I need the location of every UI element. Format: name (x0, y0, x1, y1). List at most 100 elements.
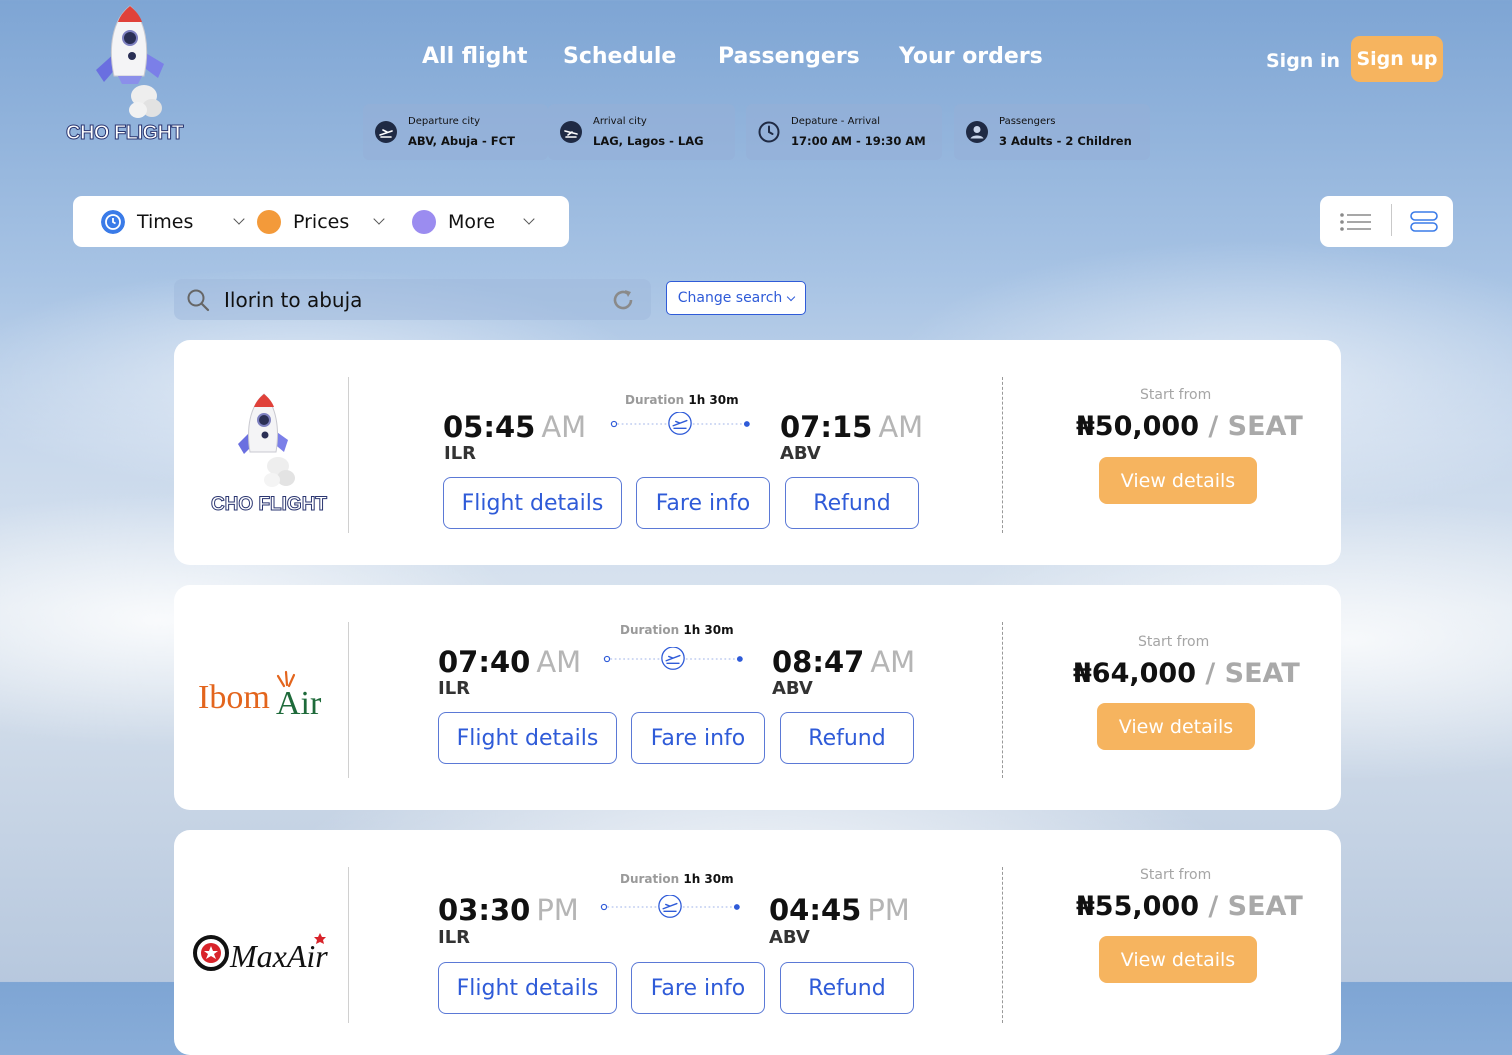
svg-text:Ibom: Ibom (198, 679, 270, 716)
brand-name: CHO FLIGHT (65, 122, 184, 145)
filter-prices[interactable]: Prices (257, 196, 385, 247)
chevron-down-icon (233, 213, 246, 225)
flight-card: MaxAir Duration 1h 30m 03:30 PM ILR 04:45… (174, 830, 1341, 1055)
price: ₦50,000 / SEAT (1076, 411, 1303, 442)
arrival-city-label: Arrival city (593, 116, 647, 127)
arrival-plane-icon (560, 121, 582, 143)
refund-button[interactable]: Refund (780, 962, 914, 1014)
more-dot-icon (412, 209, 436, 234)
view-toggle (1320, 196, 1453, 247)
price: ₦64,000 / SEAT (1073, 658, 1300, 689)
card-view-icon[interactable] (1410, 211, 1438, 233)
time-range-field[interactable]: Depature - Arrival 17:00 AM - 19:30 AM (746, 104, 942, 160)
filter-more-label: More (448, 210, 496, 233)
clock-icon (758, 121, 780, 143)
passengers-field[interactable]: Passengers 3 Adults - 2 Children (954, 104, 1150, 160)
arrival-time-value: 08:47 (772, 645, 865, 679)
duration-label: Duration (625, 393, 685, 407)
arrival-ampm: AM (878, 410, 924, 444)
departure-ampm: AM (541, 410, 587, 444)
nav-your-orders[interactable]: Your orders (899, 44, 1043, 69)
filter-more[interactable]: More (412, 196, 535, 247)
toggle-divider (1391, 204, 1392, 236)
price-value: ₦55,000 (1076, 891, 1199, 922)
svg-text:CHO FLIGHT: CHO FLIGHT (211, 494, 327, 515)
chevron-down-icon (787, 292, 796, 301)
view-details-button[interactable]: View details (1097, 703, 1255, 750)
nav-passengers[interactable]: Passengers (718, 44, 860, 69)
departure-city-label: Departure city (408, 116, 481, 127)
rocket-icon (96, 5, 164, 118)
departure-city-field[interactable]: Departure city ABV, Abuja - FCT (363, 104, 548, 160)
filter-prices-label: Prices (293, 210, 350, 233)
arrival-time: 04:45 PM (769, 893, 910, 927)
brand-logo[interactable]: CHO FLIGHT (62, 4, 202, 150)
route-line (600, 895, 740, 918)
arrival-city-field[interactable]: Arrival city LAG, Lagos - LAG (548, 104, 735, 160)
start-from-label: Start from (1140, 867, 1212, 883)
filter-times[interactable]: Times (101, 196, 246, 247)
start-from-label: Start from (1138, 634, 1210, 650)
departure-time-value: 05:45 (443, 410, 536, 444)
clock-icon (101, 209, 125, 234)
arrival-code: ABV (769, 927, 810, 948)
departure-city-value: ABV, Abuja - FCT (408, 134, 515, 148)
departure-time: 05:45 AM (443, 410, 586, 444)
nav-schedule[interactable]: Schedule (563, 44, 676, 69)
price: ₦55,000 / SEAT (1076, 891, 1303, 922)
fare-info-button[interactable]: Fare info (631, 962, 765, 1014)
departure-time-value: 03:30 (438, 893, 531, 927)
arrival-time: 08:47 AM (772, 645, 915, 679)
departure-plane-icon (375, 121, 397, 143)
duration: Duration 1h 30m (625, 393, 739, 407)
filter-times-label: Times (137, 210, 194, 233)
fare-info-button[interactable]: Fare info (636, 477, 770, 529)
refresh-icon[interactable] (611, 288, 635, 312)
flight-card: Ibom Air Duration 1h 30m 07:40 AM ILR 08:… (174, 585, 1341, 810)
nav-all-flight[interactable]: All flight (422, 44, 528, 69)
arrival-time: 07:15 AM (780, 410, 923, 444)
departure-ampm: PM (536, 893, 579, 927)
view-details-button[interactable]: View details (1099, 936, 1257, 983)
passengers-label: Passengers (999, 116, 1056, 127)
departure-code: ILR (444, 443, 477, 464)
user-icon (966, 121, 988, 143)
list-view-icon[interactable] (1340, 212, 1372, 232)
refund-button[interactable]: Refund (780, 712, 914, 764)
duration-label: Duration (620, 623, 680, 637)
flight-details-button[interactable]: Flight details (438, 962, 617, 1014)
sign-up-button[interactable]: Sign up (1351, 36, 1443, 82)
search-icon (187, 289, 210, 312)
dashed-divider (1002, 377, 1003, 533)
svg-text:MaxAir: MaxAir (229, 938, 328, 974)
airline-logo: CHO FLIGHT (204, 392, 334, 522)
flight-details-button[interactable]: Flight details (438, 712, 617, 764)
svg-text:Air: Air (276, 685, 322, 722)
time-range-label: Depature - Arrival (791, 116, 881, 127)
search-input[interactable]: Ilorin to abuja (174, 279, 651, 320)
chevron-down-icon (523, 213, 535, 225)
time-range-value: 17:00 AM - 19:30 AM (791, 134, 926, 148)
chevron-down-icon (373, 213, 385, 225)
search-query: Ilorin to abuja (224, 288, 363, 312)
departure-ampm: AM (536, 645, 582, 679)
arrival-code: ABV (772, 678, 813, 699)
route-line (610, 412, 750, 435)
arrival-ampm: PM (867, 893, 910, 927)
fare-info-button[interactable]: Fare info (631, 712, 765, 764)
divider (348, 377, 349, 533)
sign-in-link[interactable]: Sign in (1266, 50, 1340, 72)
duration-value: 1h 30m (688, 393, 739, 407)
price-unit: / SEAT (1205, 658, 1300, 689)
prices-dot-icon (257, 209, 281, 234)
arrival-code: ABV (780, 443, 821, 464)
view-details-button[interactable]: View details (1099, 457, 1257, 504)
duration: Duration 1h 30m (620, 872, 734, 886)
refund-button[interactable]: Refund (785, 477, 919, 529)
departure-time-value: 07:40 (438, 645, 531, 679)
departure-code: ILR (438, 678, 471, 699)
flight-details-button[interactable]: Flight details (443, 477, 622, 529)
arrival-time-value: 04:45 (769, 893, 862, 927)
duration-value: 1h 30m (683, 623, 734, 637)
change-search-button[interactable]: Change search (666, 281, 806, 315)
